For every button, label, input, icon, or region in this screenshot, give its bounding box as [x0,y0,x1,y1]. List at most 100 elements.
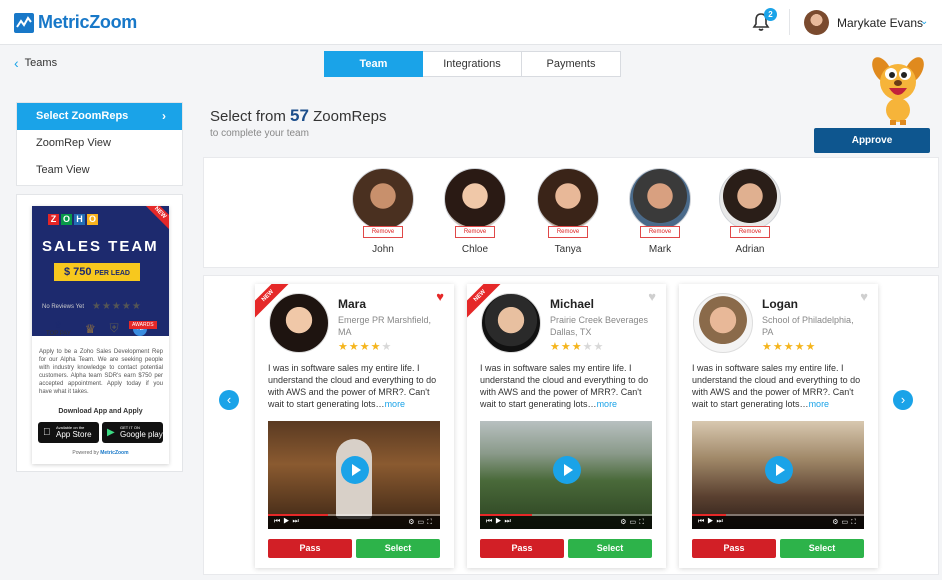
more-link[interactable]: more [385,399,406,409]
sidebar-item-label: Team View [36,164,90,176]
notifications-bell[interactable]: 2 [752,8,777,34]
pass-button[interactable]: Pass [268,539,352,558]
rep-name: Adrian [735,244,765,255]
rating-stars: ★★★★★ [762,340,816,353]
pass-button[interactable]: Pass [692,539,776,558]
star-filled-icon: ★ [338,341,349,353]
zoho-logo: Z O H O [48,214,98,225]
select-button[interactable]: Select [568,539,652,558]
playback-controls-icon[interactable]: ⏮▶⏭ [486,518,514,526]
award-icon: ♛ [54,320,63,330]
zoho-letter: O [61,214,72,225]
tab-payments[interactable]: Payments [522,51,621,77]
rating-stars: ★★★★★ [550,340,604,353]
playback-controls-icon[interactable]: ⏮▶⏭ [698,518,726,526]
tab-bar: Team Integrations Payments [324,51,621,77]
video-player[interactable]: ⏮▶⏭ ⚙▭⛶ [692,421,864,529]
more-link[interactable]: more [597,399,618,409]
select-button[interactable]: Select [780,539,864,558]
avatar[interactable] [804,10,829,35]
favorite-heart-icon[interactable]: ♥ [860,289,868,304]
ad-description: Apply to be a Zoho Sales Development Rep… [39,349,163,395]
favorite-heart-icon[interactable]: ♥ [648,289,656,304]
settings-fullscreen-icon[interactable]: ⚙▭⛶ [408,518,435,527]
chevron-down-icon[interactable]: ⌄ [920,16,928,27]
powered-label: Powered by [72,450,99,456]
remove-button[interactable]: Remove [548,226,588,238]
remove-button[interactable]: Remove [363,226,403,238]
selected-rep-john: Remove John [350,168,416,255]
mascot-illustration [872,57,924,125]
star-filled-icon: ★ [571,341,583,353]
sidebar-item-team-view[interactable]: Team View [17,157,182,184]
remove-button[interactable]: Remove [455,226,495,238]
sidebar-item-zoomrep-view[interactable]: ZoomRep View [17,130,182,157]
video-controls: ⏮▶⏭ ⚙▭⛶ [480,516,652,529]
favorite-heart-icon[interactable]: ♥ [436,289,444,304]
play-button[interactable] [553,456,581,484]
chevron-left-icon: ‹ [14,54,19,71]
star-filled-icon: ★ [550,341,561,353]
logo[interactable]: MetricZoom [14,12,137,33]
more-link[interactable]: more [809,399,830,409]
store-big-text: App Store [56,430,92,439]
tab-team[interactable]: Team [324,51,423,77]
rep-photo [719,168,781,230]
settings-fullscreen-icon[interactable]: ⚙▭⛶ [620,518,647,527]
play-button[interactable] [341,456,369,484]
next-arrow-button[interactable]: › [893,390,913,410]
pass-button[interactable]: Pass [480,539,564,558]
zoho-letter: H [74,214,85,225]
award-top-pay: ♛ TOP PAY [46,320,71,337]
rating-stars: ★★★★★ [338,340,392,353]
google-play-button[interactable]: ▶ GET IT ON Google play [102,422,163,443]
app-store-button[interactable]:  Available on the App Store [38,422,99,443]
award-crown: ♕ [85,322,96,336]
back-link[interactable]: ‹ Teams [14,54,57,71]
header-divider [789,9,790,35]
logo-icon [14,12,34,33]
user-name[interactable]: Marykate Evans [837,16,923,30]
approve-button[interactable]: Approve [814,128,930,153]
rep-bio: I was in software sales my entire life. … [268,362,442,410]
tab-integrations[interactable]: Integrations [423,51,522,77]
playback-controls-icon[interactable]: ⏮▶⏭ [274,518,302,526]
ad-price-value: $ 750 [64,266,92,278]
rep-name: Michael [550,297,595,311]
shield-icon: ⛨ [109,321,119,335]
store-big-text: Google play [120,430,163,439]
rep-name: Mara [338,297,367,311]
sidebar-item-label: ZoomRep View [36,137,111,149]
rep-card-mara[interactable]: NEW Mara Emerge PR Marshfield, MA ★★★★★ … [255,284,454,568]
star-filled-icon: ★ [783,341,795,353]
rep-bio: I was in software sales my entire life. … [480,362,654,410]
title-prefix: Select from [210,108,286,125]
video-player[interactable]: ⏮▶⏭ ⚙▭⛶ [268,421,440,529]
rep-name: Tanya [554,244,582,255]
rep-photo [269,293,329,353]
settings-fullscreen-icon[interactable]: ⚙▭⛶ [832,518,859,527]
ad-card[interactable]: Z O H O NEW SALES TEAM $ 750 PER LEAD No… [32,206,169,464]
rep-photo [352,168,414,230]
ad-panel: Z O H O NEW SALES TEAM $ 750 PER LEAD No… [16,194,183,472]
rep-card-logan[interactable]: Logan School of Philadelphia, PA ★★★★★ ♥… [679,284,878,568]
award-badge: ⛨ [110,321,119,336]
remove-button[interactable]: Remove [640,226,680,238]
ad-price-unit: PER LEAD [94,270,130,277]
prev-arrow-button[interactable]: ‹ [219,390,239,410]
sidebar-item-select-zoomreps[interactable]: Select ZoomReps › [17,103,182,130]
video-controls: ⏮▶⏭ ⚙▭⛶ [268,516,440,529]
remove-button[interactable]: Remove [730,226,770,238]
video-player[interactable]: ⏮▶⏭ ⚙▭⛶ [480,421,652,529]
select-button[interactable]: Select [356,539,440,558]
selected-reps-panel: Remove John Remove Chloe Remove Tanya Re… [203,157,939,268]
sidebar-menu: Select ZoomReps › ZoomRep View Team View [16,102,183,186]
play-button[interactable] [765,456,793,484]
star-filled-icon: ★ [370,341,382,353]
star-filled-icon: ★ [772,341,784,353]
bio-text: I was in software sales my entire life. … [480,363,649,409]
star-filled-icon: ★ [348,341,360,353]
rep-card-michael[interactable]: NEW Michael Prairie Creek Beverages Dall… [467,284,666,568]
star-empty-icon: ★ [381,341,393,353]
rep-bio: I was in software sales my entire life. … [692,362,866,410]
